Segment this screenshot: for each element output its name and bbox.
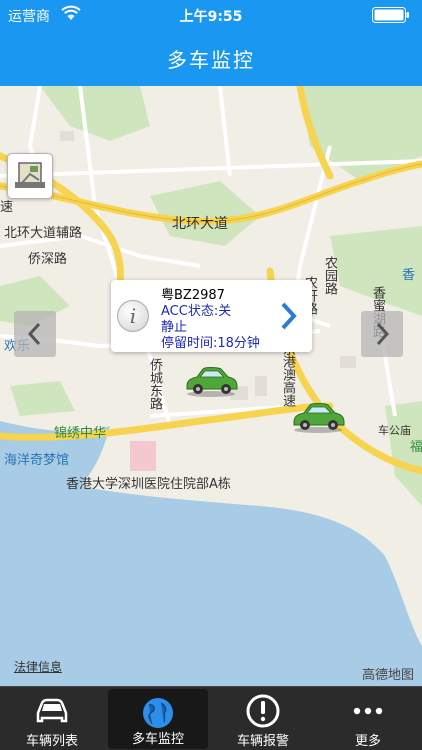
car-marker-2[interactable] xyxy=(290,400,346,434)
chevron-right-icon xyxy=(376,322,390,346)
layer-icon xyxy=(15,162,45,188)
tab-vehicle-list[interactable]: 车辆列表 xyxy=(2,687,102,750)
tab-label: 车辆列表 xyxy=(25,734,78,749)
prev-vehicle-button[interactable] xyxy=(14,311,56,357)
tab-bar: 车辆列表 多车监控 车辆报警 更多 xyxy=(0,686,422,750)
next-vehicle-button[interactable] xyxy=(361,311,403,357)
tab-multi-monitor[interactable]: 多车监控 xyxy=(108,689,208,749)
status-bar: 运营商 上午9:55 xyxy=(0,0,422,30)
more-icon xyxy=(353,707,383,715)
tab-label: 多车监控 xyxy=(131,732,184,747)
map-label-nongyuan: 农园路 xyxy=(322,256,337,295)
map-layer-button[interactable] xyxy=(7,153,53,199)
map-label-beihuan-aux: 北环大道辅路 xyxy=(4,226,83,241)
header-bar: 运营商 上午9:55 多车监控 xyxy=(0,0,422,86)
tab-label: 车辆报警 xyxy=(236,734,289,749)
status-time: 上午9:55 xyxy=(179,9,243,25)
map-label-xiang: 香 xyxy=(402,268,416,283)
map-label-qiaoshen: 侨深路 xyxy=(28,252,68,267)
map-provider-logo: 高德地图 xyxy=(361,668,414,683)
map-label-haiyang: 海洋奇梦馆 xyxy=(4,453,70,468)
vehicle-info-popup[interactable]: i 粤BZ2987 ACC状态:关 静止 停留时间:18分钟 xyxy=(111,280,312,352)
battery-icon xyxy=(372,7,409,23)
map-label-jinxiu: 锦绣中华 xyxy=(54,426,107,441)
page-title: 多车监控 xyxy=(167,48,255,72)
map-label-chegong: 车公庙 xyxy=(378,424,411,437)
car-marker-1[interactable] xyxy=(183,364,239,398)
map-label-hospital: 香港大学深圳医院住院部A栋 xyxy=(66,477,231,492)
map-label-qiaocheng-east: 侨城东路 xyxy=(147,358,162,410)
popup-detail-chevron-icon[interactable] xyxy=(278,300,298,332)
map-label-beihuan: 北环大道 xyxy=(172,216,228,232)
parked-duration: 停留时间:18分钟 xyxy=(161,336,260,351)
chevron-left-icon xyxy=(27,322,41,346)
map-label-fu: 福 xyxy=(410,440,422,455)
tab-more[interactable]: 更多 xyxy=(318,687,418,750)
tab-label: 更多 xyxy=(354,734,381,749)
map-label-su: 速 xyxy=(0,200,14,215)
legal-info-link[interactable]: 法律信息 xyxy=(14,658,62,675)
info-icon[interactable]: i xyxy=(117,300,149,332)
tab-vehicle-alarm[interactable]: 车辆报警 xyxy=(213,687,313,750)
car-icon xyxy=(36,698,68,723)
app-screen: 运营商 上午9:55 多车监控 北环大道 北环大道辅路 速 侨深路 侨城东路 农… xyxy=(0,0,422,750)
map-view[interactable]: 北环大道 北环大道辅路 速 侨深路 欢乐 侨城东路 农园路 农轩路 香蜜湖路 香… xyxy=(0,86,422,686)
alert-icon xyxy=(246,694,280,728)
globe-icon xyxy=(143,698,173,728)
